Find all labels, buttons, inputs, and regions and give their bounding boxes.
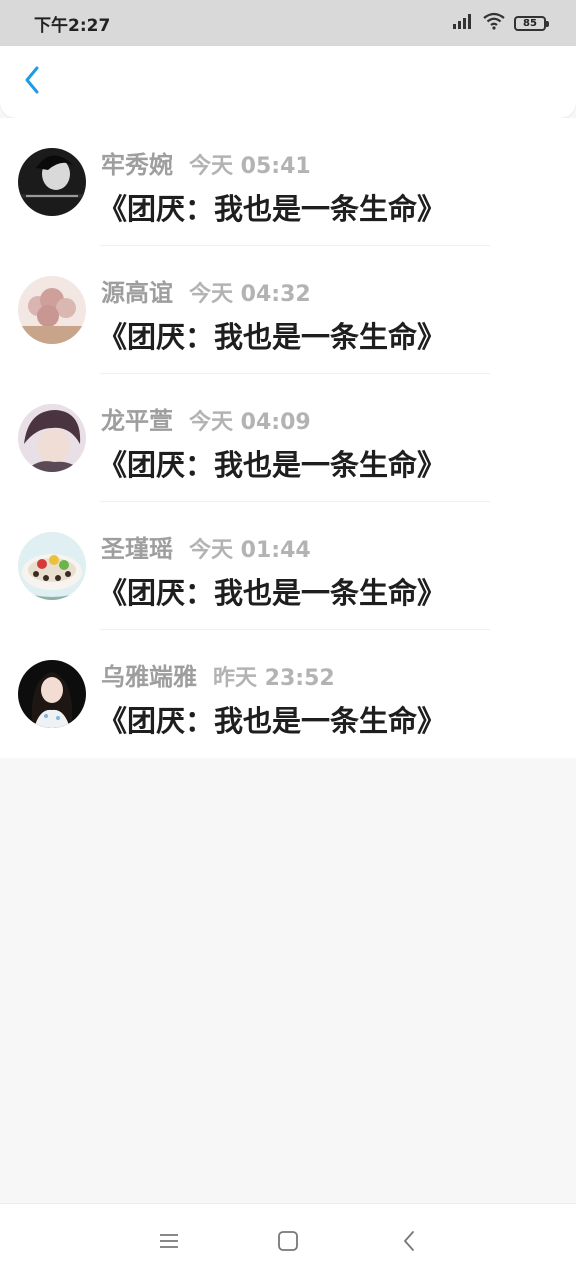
home-square-icon [277,1230,299,1256]
avatar-flowers-icon [18,276,86,344]
chevron-left-icon [22,64,42,100]
menu-button[interactable] [154,1228,184,1258]
nav-back-button[interactable] [394,1228,424,1258]
timestamp: 今天 05:41 [189,154,311,179]
list-item[interactable]: 源高谊 今天 04:32 《团厌：我也是一条生命》 [0,246,576,374]
avatar[interactable] [18,532,86,600]
avatar[interactable] [18,148,86,216]
header-bar [0,46,576,118]
post-title: 《团厌：我也是一条生命》 [98,448,447,482]
list-item[interactable]: 乌雅端雅 昨天 23:52 《团厌：我也是一条生命》 [0,630,576,758]
status-icons: 85 [452,12,549,34]
avatar-girl-icon [18,660,86,728]
item-meta: 龙平萱 今天 04:09 [101,401,311,436]
battery-icon: 85 [514,15,549,31]
avatar[interactable] [18,404,86,472]
timestamp: 今天 04:32 [189,282,311,307]
item-meta: 源高谊 今天 04:32 [101,273,311,308]
user-name: 龙平萱 [101,407,173,435]
message-list: 牢秀婉 今天 05:41 《团厌：我也是一条生命》 源高谊 今天 04:32 《… [0,118,576,758]
post-title: 《团厌：我也是一条生命》 [98,192,447,226]
timestamp: 今天 04:09 [189,410,311,435]
item-meta: 圣瑾瑶 今天 01:44 [101,529,311,564]
timestamp: 今天 01:44 [189,538,311,563]
status-time: 下午2:27 [34,15,111,36]
avatar[interactable] [18,660,86,728]
list-item[interactable]: 龙平萱 今天 04:09 《团厌：我也是一条生命》 [0,374,576,502]
avatar-dessert-icon [18,532,86,600]
back-button[interactable] [14,64,50,100]
item-meta: 乌雅端雅 昨天 23:52 [101,657,335,692]
menu-icon [158,1231,180,1255]
list-item[interactable]: 牢秀婉 今天 05:41 《团厌：我也是一条生命》 [0,118,576,246]
user-name: 牢秀婉 [101,151,173,179]
avatar-dark-portrait-icon [18,148,86,216]
post-title: 《团厌：我也是一条生命》 [98,704,447,738]
user-name: 乌雅端雅 [101,663,197,691]
wifi-icon [482,12,506,34]
home-button[interactable] [273,1228,303,1258]
status-bar: 下午2:27 85 [0,0,576,46]
back-chevron-icon [402,1230,416,1256]
user-name: 源高谊 [101,279,173,307]
post-title: 《团厌：我也是一条生命》 [98,576,447,610]
system-nav-bar [0,1203,576,1280]
signal-icon [452,13,474,33]
timestamp: 昨天 23:52 [213,666,335,691]
avatar[interactable] [18,276,86,344]
post-title: 《团厌：我也是一条生命》 [98,320,447,354]
avatar-anime-icon [18,404,86,472]
list-item[interactable]: 圣瑾瑶 今天 01:44 《团厌：我也是一条生命》 [0,502,576,630]
user-name: 圣瑾瑶 [101,535,173,563]
item-meta: 牢秀婉 今天 05:41 [101,145,311,180]
